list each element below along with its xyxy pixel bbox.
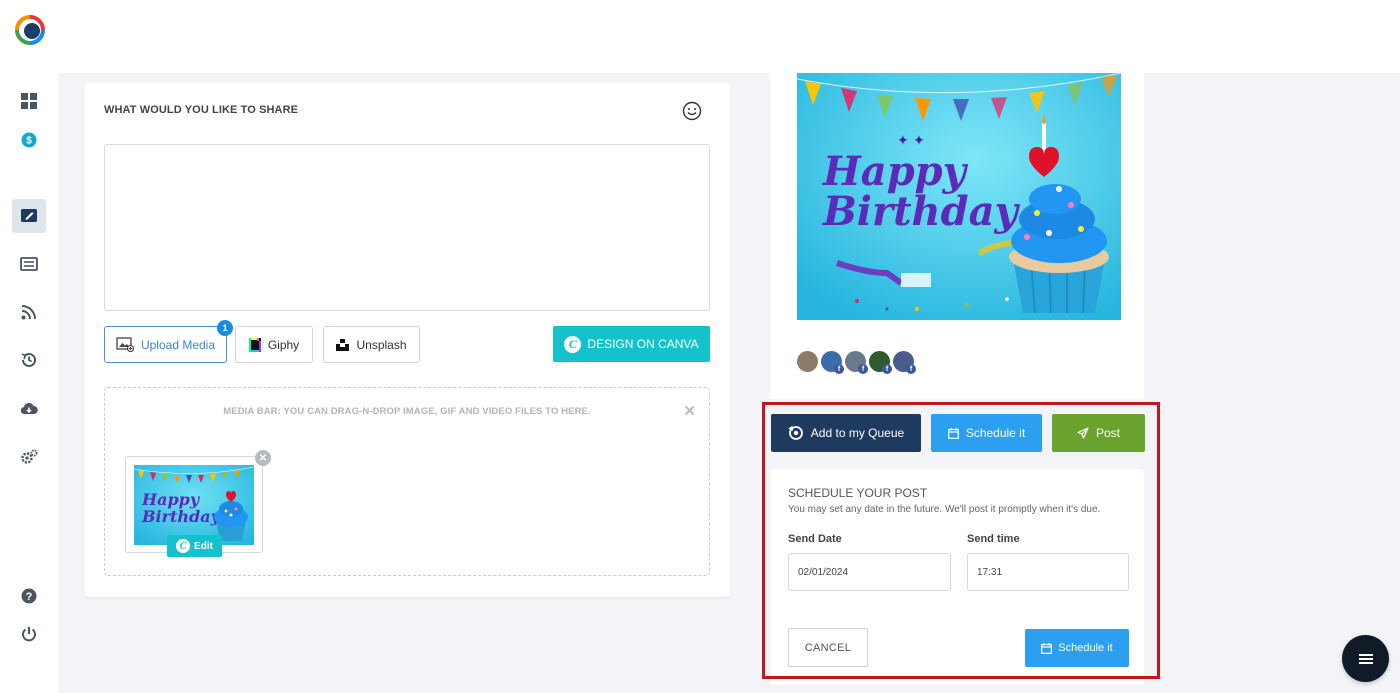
giphy-icon — [248, 337, 261, 352]
media-thumbnail-image: Happy Birthday — [134, 465, 254, 545]
avatar[interactable]: f — [869, 351, 892, 374]
remove-media-icon[interactable]: ✕ — [255, 450, 271, 466]
media-drop-zone[interactable]: MEDIA BAR: YOU CAN DRAG-N-DROP IMAGE, GI… — [104, 387, 710, 576]
giphy-button[interactable]: Giphy — [235, 326, 313, 363]
preview-text-birthday: Birthday — [822, 188, 1021, 235]
avatar[interactable]: f — [821, 351, 844, 374]
media-thumbnail[interactable]: Happy Birthday ✕ C Edit — [125, 450, 271, 557]
upload-media-label: Upload Media — [140, 337, 216, 352]
upload-count-badge: 1 — [217, 320, 233, 336]
media-bar-close-icon[interactable]: ✕ — [683, 402, 696, 420]
facebook-icon: f — [834, 364, 844, 374]
svg-text:?: ? — [26, 591, 33, 603]
unsplash-icon — [336, 338, 350, 351]
settings-icon[interactable] — [12, 440, 46, 474]
rss-icon[interactable] — [12, 295, 46, 329]
unsplash-label: Unsplash — [356, 337, 407, 352]
help-icon[interactable]: ? — [12, 579, 46, 613]
composer-title: WHAT WOULD YOU LIKE TO SHARE — [104, 104, 299, 116]
share-text-input[interactable] — [104, 144, 710, 311]
image-upload-icon — [116, 337, 134, 352]
facebook-icon: f — [906, 364, 916, 374]
top-header — [58, 0, 1400, 73]
design-on-canva-label: DESIGN ON CANVA — [587, 337, 699, 351]
post-preview-card: ✦ ✦ Happy Birthday f f f f — [770, 73, 1144, 399]
edit-media-label: Edit — [194, 540, 213, 552]
upload-media-button[interactable]: Upload Media 1 — [104, 320, 233, 363]
preview-image: ✦ ✦ Happy Birthday — [797, 73, 1121, 320]
unsplash-button[interactable]: Unsplash — [323, 326, 420, 363]
account-avatars: f f f f — [797, 351, 916, 374]
compose-icon[interactable] — [12, 199, 46, 233]
svg-text:Birthday: Birthday — [141, 507, 222, 526]
avatar[interactable]: f — [893, 351, 916, 374]
floating-menu-button[interactable] — [1342, 635, 1389, 682]
design-on-canva-button[interactable]: C DESIGN ON CANVA — [553, 326, 710, 362]
power-icon[interactable] — [12, 617, 46, 651]
sidebar: $ ? — [0, 0, 58, 693]
app-logo[interactable] — [14, 14, 46, 46]
facebook-icon: f — [858, 364, 868, 374]
media-bar-hint: MEDIA BAR: YOU CAN DRAG-N-DROP IMAGE, GI… — [223, 406, 591, 417]
avatar[interactable]: f — [845, 351, 868, 374]
highlight-box — [762, 402, 1160, 679]
list-icon[interactable] — [12, 247, 46, 281]
billing-icon[interactable]: $ — [12, 123, 46, 157]
edit-media-button[interactable]: C Edit — [167, 535, 222, 557]
composer-card: WHAT WOULD YOU LIKE TO SHARE Upload Medi… — [84, 83, 730, 597]
svg-text:$: $ — [26, 136, 32, 147]
dashboard-icon[interactable] — [12, 84, 46, 118]
svg-text:✦ ✦: ✦ ✦ — [897, 133, 925, 149]
history-icon[interactable] — [12, 343, 46, 377]
canva-icon: C — [176, 539, 191, 553]
giphy-label: Giphy — [267, 337, 300, 352]
avatar[interactable] — [797, 351, 818, 372]
emoji-icon[interactable] — [681, 100, 703, 122]
hamburger-menu-icon — [1358, 653, 1373, 664]
facebook-icon: f — [882, 364, 892, 374]
cloud-download-icon[interactable] — [12, 392, 46, 426]
canva-icon: C — [564, 335, 582, 353]
